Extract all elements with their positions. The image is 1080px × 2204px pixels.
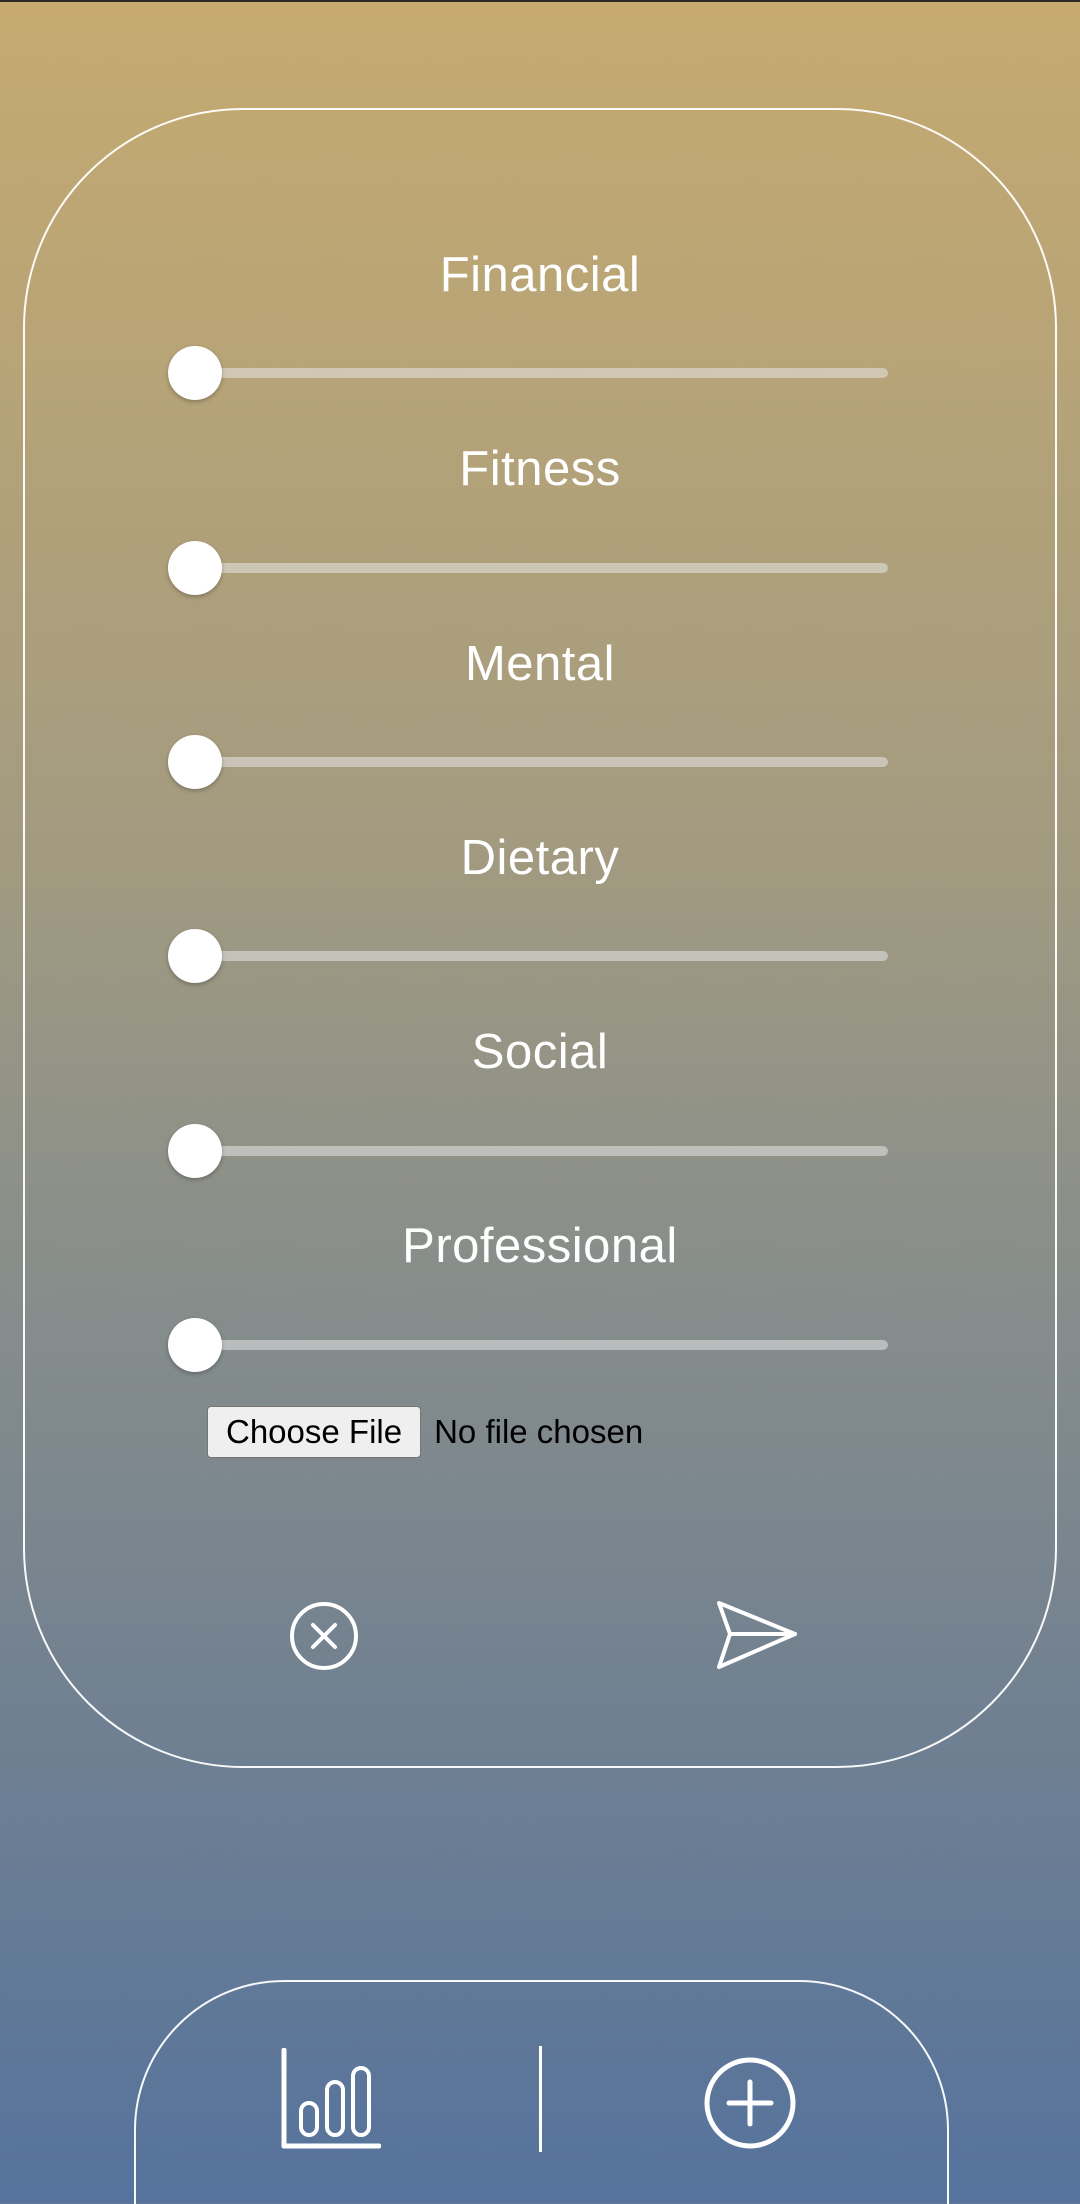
slider-track[interactable] — [194, 757, 888, 767]
slider-thumb[interactable] — [168, 929, 222, 983]
slider-track[interactable] — [194, 563, 888, 573]
slider-thumb[interactable] — [168, 1318, 222, 1372]
slider-track[interactable] — [194, 1340, 888, 1350]
nav-divider — [539, 2046, 542, 2152]
slider-financial[interactable] — [168, 346, 888, 400]
send-icon — [717, 1601, 797, 1669]
slider-track[interactable] — [194, 368, 888, 378]
status-bar-edge — [0, 0, 1080, 2]
slider-dietary[interactable] — [168, 929, 888, 983]
file-input[interactable]: Choose File No file chosen — [207, 1405, 643, 1459]
add-entry-nav-button[interactable] — [703, 2056, 797, 2150]
slider-label-dietary: Dietary — [460, 831, 620, 885]
slider-mental[interactable] — [168, 735, 888, 789]
slider-label-financial: Financial — [439, 248, 641, 302]
slider-thumb[interactable] — [168, 541, 222, 595]
slider-thumb[interactable] — [168, 735, 222, 789]
submit-button[interactable] — [715, 1598, 799, 1672]
file-status-text: No file chosen — [434, 1413, 644, 1450]
slider-thumb[interactable] — [168, 346, 222, 400]
slider-track[interactable] — [194, 1146, 888, 1156]
slider-fitness[interactable] — [168, 541, 888, 595]
slider-professional[interactable] — [168, 1318, 888, 1372]
slider-thumb[interactable] — [168, 1124, 222, 1178]
add-circle-icon — [704, 2057, 796, 2149]
bar-chart-icon — [281, 2048, 381, 2149]
slider-social[interactable] — [168, 1124, 888, 1178]
slider-label-professional: Professional — [402, 1219, 678, 1273]
slider-label-social: Social — [471, 1025, 609, 1079]
cancel-button[interactable] — [289, 1601, 359, 1671]
slider-label-mental: Mental — [464, 637, 616, 691]
close-circle-icon — [290, 1602, 358, 1670]
stats-nav-button[interactable] — [281, 2048, 381, 2150]
choose-file-button[interactable]: Choose File — [207, 1406, 422, 1458]
slider-track[interactable] — [194, 951, 888, 961]
slider-label-fitness: Fitness — [459, 442, 621, 496]
